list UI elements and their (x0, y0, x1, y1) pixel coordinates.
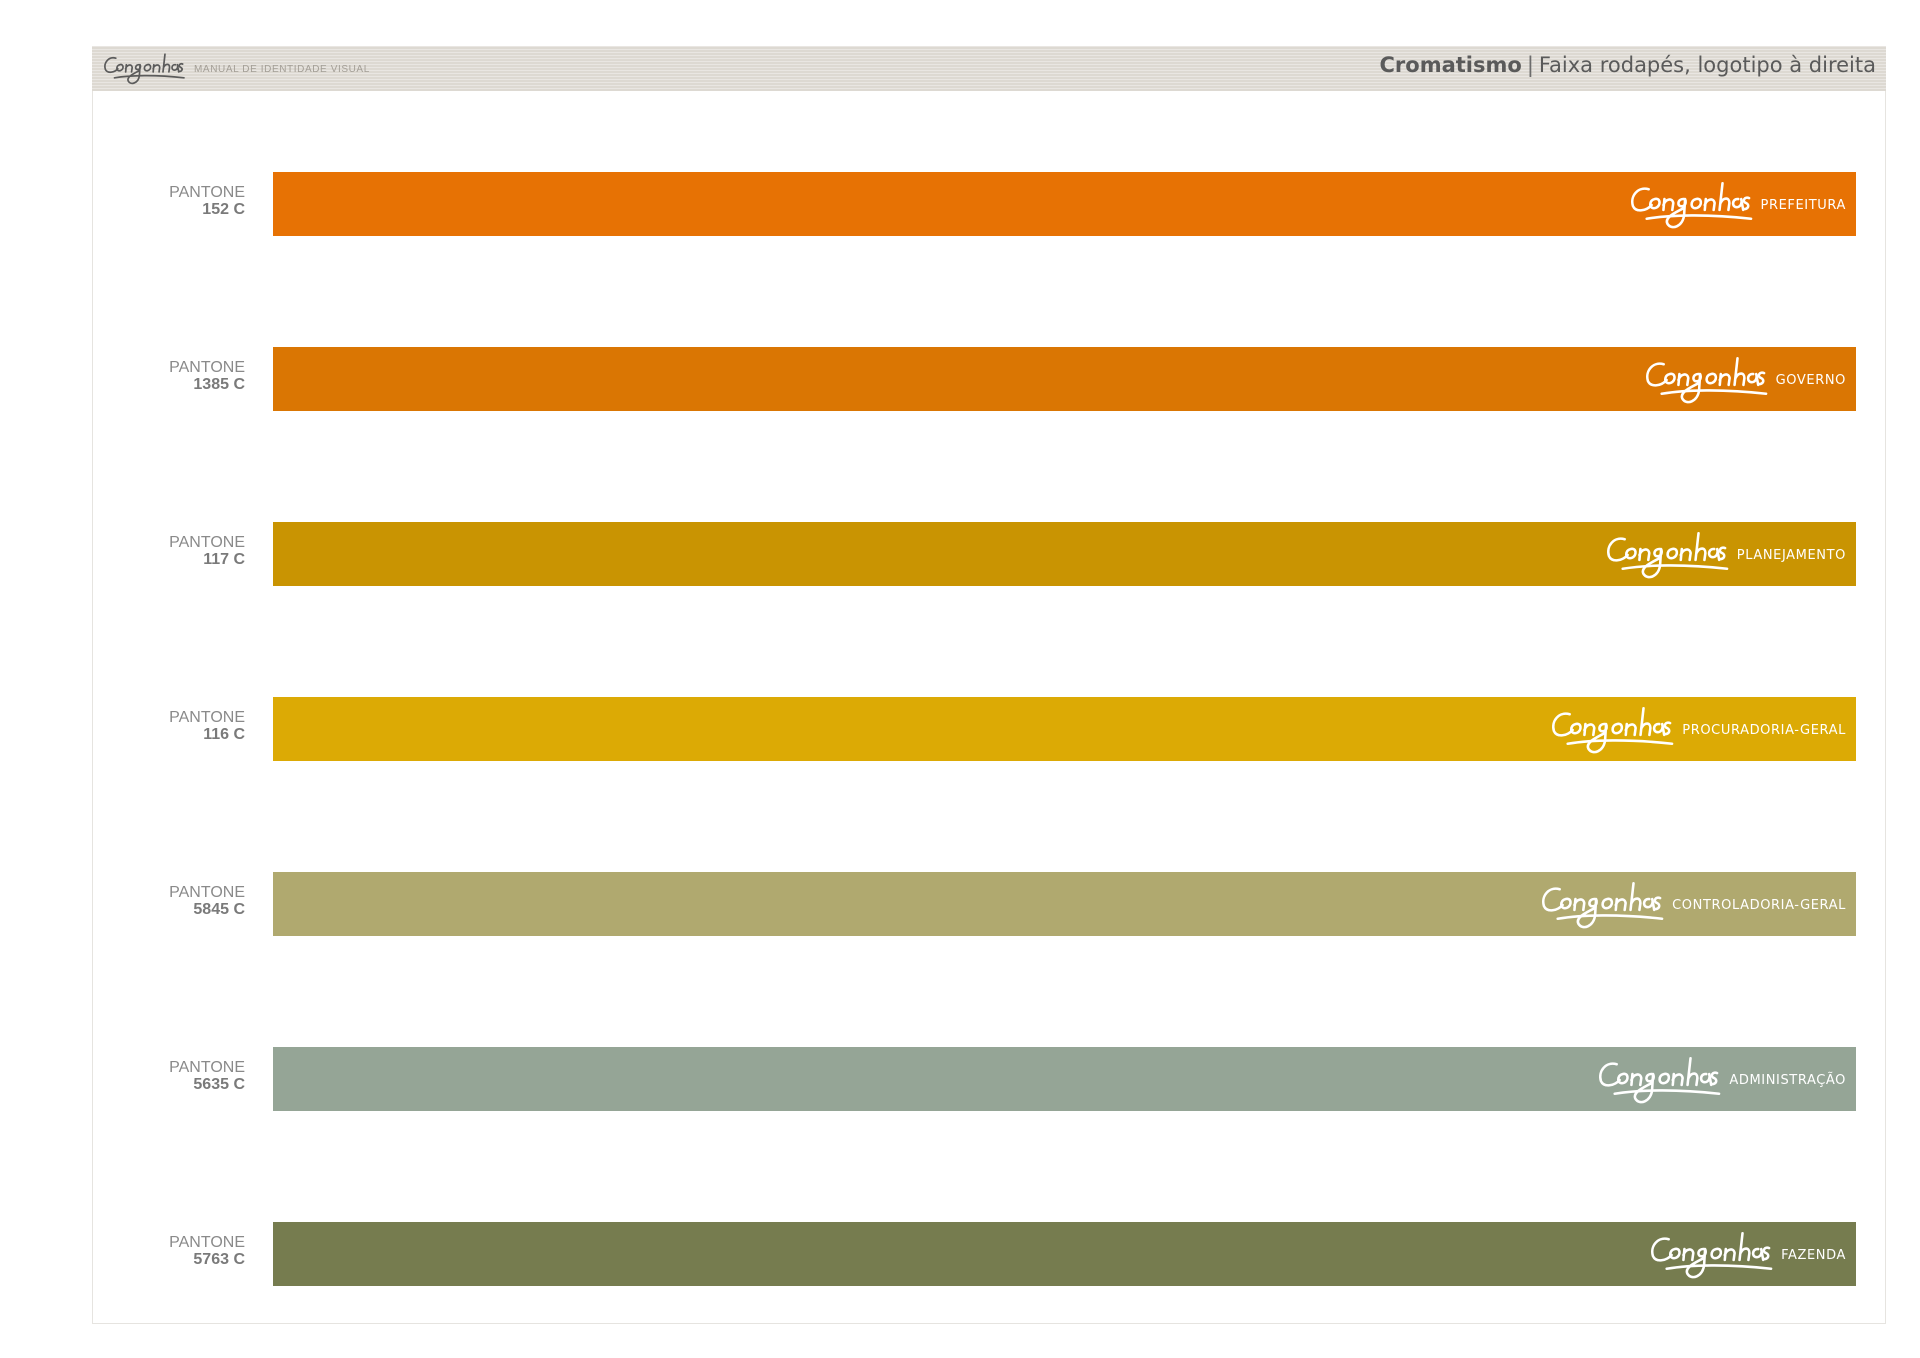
pantone-word: PANTONE (169, 534, 245, 551)
congonhas-logo (1627, 175, 1755, 233)
pantone-label: PANTONE 5635 C (92, 1059, 245, 1093)
pantone-label: PANTONE 5763 C (92, 1234, 245, 1268)
page-title-separator: | (1526, 53, 1534, 77)
color-stripe: ADMINISTRAÇÃO (273, 1047, 1856, 1111)
pantone-word: PANTONE (169, 709, 245, 726)
department-label: PLANEJAMENTO (1736, 547, 1846, 563)
stripe-row-procuradoria-geral: PANTONE 116 C PROCURADORIA-GERAL (92, 697, 1886, 761)
stripe-brand: FAZENDA (1647, 1222, 1846, 1286)
department-label: PREFEITURA (1760, 197, 1846, 213)
stripe-brand: PREFEITURA (1627, 172, 1846, 236)
page-title-main: Cromatismo (1379, 53, 1522, 77)
manual-label: MANUAL DE IDENTIDADE VISUAL (194, 64, 370, 75)
congonhas-logo (100, 49, 188, 87)
stripe-row-governo: PANTONE 1385 C GOVERNO (92, 347, 1886, 411)
pantone-code: 152 C (202, 201, 245, 218)
stripe-brand: GOVERNO (1642, 347, 1846, 411)
department-label: GOVERNO (1775, 372, 1846, 388)
color-stripe: FAZENDA (273, 1222, 1856, 1286)
pantone-label: PANTONE 116 C (92, 709, 245, 743)
pantone-code: 5635 C (193, 1076, 245, 1093)
page-title-sub: Faixa rodapés, logotipo à direita (1538, 53, 1876, 77)
pantone-code: 116 C (203, 726, 245, 743)
stripe-row-controladoria-geral: PANTONE 5845 C CONTROLADORIA-GERAL (92, 872, 1886, 936)
stripe-row-fazenda: PANTONE 5763 C FAZENDA (92, 1222, 1886, 1286)
pantone-word: PANTONE (169, 359, 245, 376)
pantone-label: PANTONE 117 C (92, 534, 245, 568)
stripe-row-administracao: PANTONE 5635 C ADMINISTRAÇÃO (92, 1047, 1886, 1111)
page-frame (92, 46, 1886, 1324)
stripe-brand: ADMINISTRAÇÃO (1595, 1047, 1846, 1111)
color-stripe: PREFEITURA (273, 172, 1856, 236)
pantone-code: 5845 C (193, 901, 245, 918)
pantone-code: 5763 C (193, 1251, 245, 1268)
department-label: PROCURADORIA-GERAL (1682, 722, 1846, 738)
congonhas-logo (1647, 1225, 1775, 1283)
pantone-word: PANTONE (169, 184, 245, 201)
stripe-row-prefeitura: PANTONE 152 C PREFEITURA (92, 172, 1886, 236)
color-stripe: PLANEJAMENTO (273, 522, 1856, 586)
pantone-label: PANTONE 1385 C (92, 359, 245, 393)
stripe-row-planejamento: PANTONE 117 C PLANEJAMENTO (92, 522, 1886, 586)
stripe-brand: PLANEJAMENTO (1603, 522, 1846, 586)
stripe-brand: PROCURADORIA-GERAL (1548, 697, 1846, 761)
color-stripe: CONTROLADORIA-GERAL (273, 872, 1856, 936)
color-stripe: PROCURADORIA-GERAL (273, 697, 1856, 761)
pantone-word: PANTONE (169, 1059, 245, 1076)
pantone-code: 1385 C (193, 376, 245, 393)
pantone-code: 117 C (203, 551, 245, 568)
header-band: MANUAL DE IDENTIDADE VISUAL Cromatismo | F… (92, 46, 1886, 91)
congonhas-logo (1538, 875, 1666, 933)
page-title: Cromatismo | Faixa rodapés, logotipo à dir… (1380, 53, 1876, 77)
congonhas-logo (1642, 350, 1770, 408)
stripe-brand: CONTROLADORIA-GERAL (1538, 872, 1846, 936)
congonhas-logo (1595, 1050, 1723, 1108)
congonhas-logo (1603, 525, 1731, 583)
department-label: FAZENDA (1781, 1247, 1846, 1263)
color-stripe: GOVERNO (273, 347, 1856, 411)
pantone-label: PANTONE 152 C (92, 184, 245, 218)
congonhas-logo (1548, 700, 1676, 758)
pantone-word: PANTONE (169, 1234, 245, 1251)
department-label: CONTROLADORIA-GERAL (1672, 897, 1846, 913)
pantone-label: PANTONE 5845 C (92, 884, 245, 918)
pantone-word: PANTONE (169, 884, 245, 901)
department-label: ADMINISTRAÇÃO (1729, 1072, 1846, 1088)
